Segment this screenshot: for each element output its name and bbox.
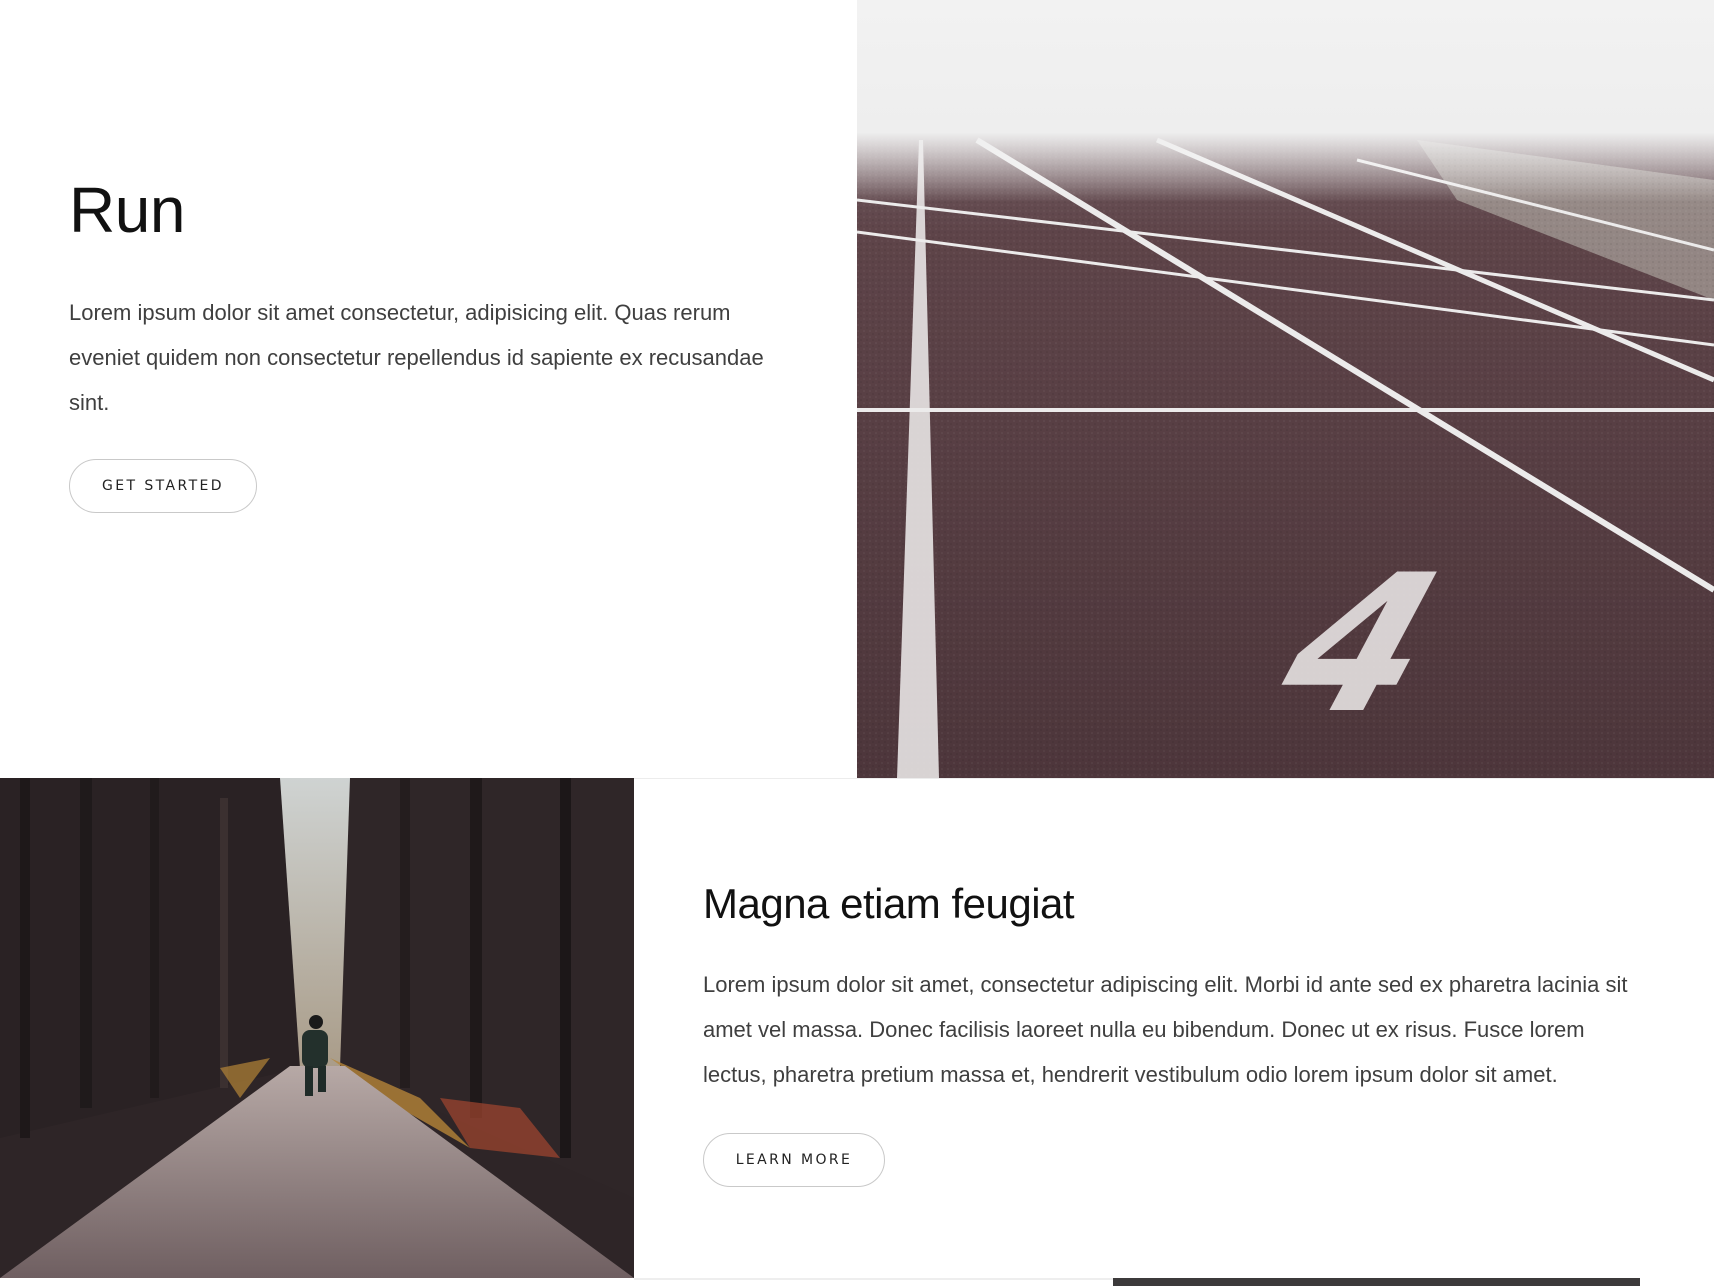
get-started-button[interactable]: GET STARTED (69, 459, 257, 513)
hero-description: Lorem ipsum dolor sit amet consectetur, … (69, 300, 764, 415)
forest-runner-image (0, 778, 634, 1278)
learn-more-button[interactable]: LEARN MORE (703, 1133, 885, 1187)
feature-title: Magna etiam feugiat (703, 880, 1075, 927)
section-divider (634, 778, 1714, 779)
hero-title: Run (69, 174, 185, 246)
feature-text-block: Magna etiam feugiat Lorem ipsum dolor si… (703, 876, 1643, 1187)
hero-section: Run Lorem ipsum dolor sit amet consectet… (0, 0, 1714, 778)
feature-description: Lorem ipsum dolor sit amet, consectetur … (703, 972, 1628, 1087)
running-track-illustration: 4 (857, 0, 1714, 778)
hero-text-block: Run Lorem ipsum dolor sit amet consectet… (69, 170, 799, 513)
running-track-image: 4 (857, 0, 1714, 778)
next-section-divider (634, 1278, 1113, 1280)
forest-runner-illustration (0, 778, 634, 1278)
next-section-image (1113, 1278, 1640, 1286)
next-section-preview (0, 1278, 1714, 1286)
feature-section: Magna etiam feugiat Lorem ipsum dolor si… (0, 778, 1714, 1278)
